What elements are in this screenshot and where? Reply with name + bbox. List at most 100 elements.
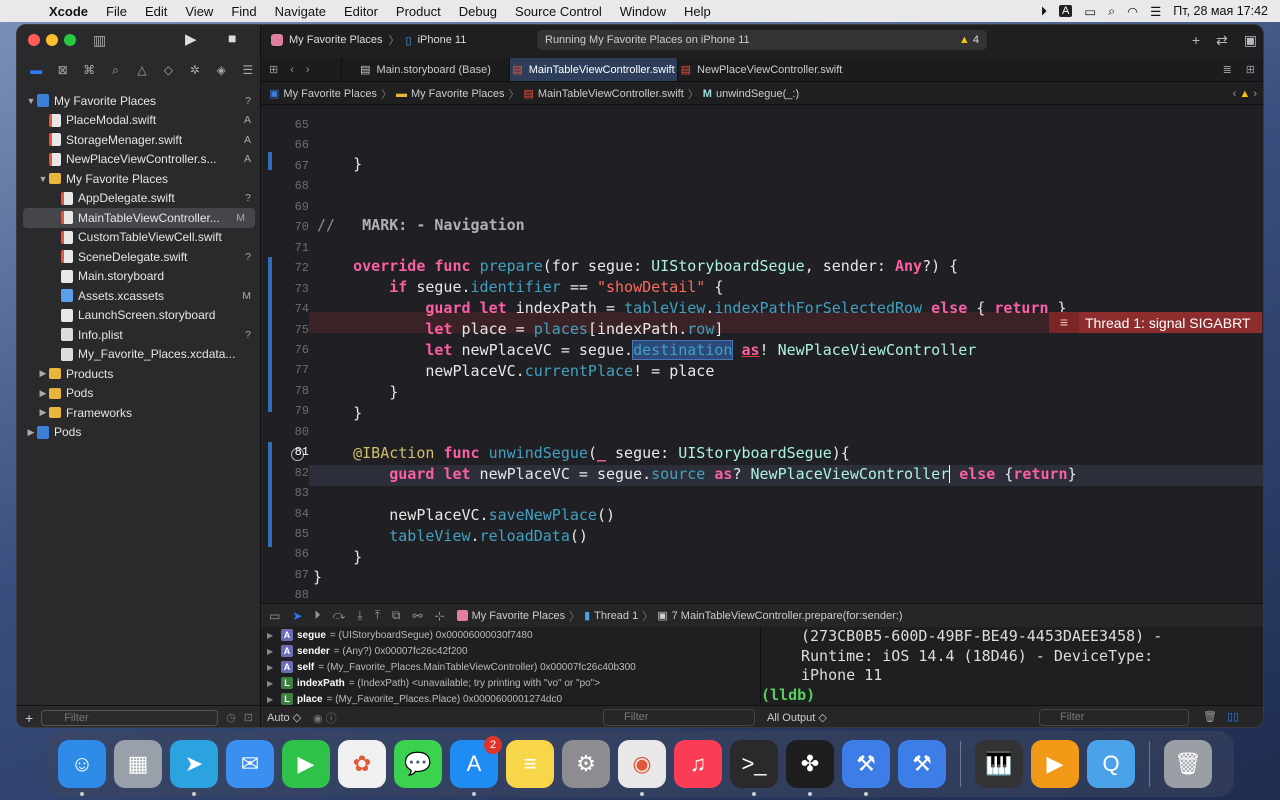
- trash-icon[interactable]: 🗑: [1164, 740, 1212, 788]
- jump-file[interactable]: MainTableViewController.swift: [538, 88, 684, 100]
- memory-graph-icon[interactable]: ⚯: [412, 609, 422, 623]
- line-number[interactable]: 70: [261, 220, 309, 234]
- facetime-icon[interactable]: ▶: [282, 740, 330, 788]
- variables-filter-input[interactable]: Filter: [603, 709, 755, 726]
- navigator-item[interactable]: LaunchScreen.storyboard: [17, 306, 261, 326]
- finder-icon[interactable]: ☺: [58, 740, 106, 796]
- disclosure-triangle-icon[interactable]: ▶: [37, 407, 49, 418]
- mail-icon[interactable]: ✉: [226, 740, 274, 788]
- report-icon[interactable]: ☰: [235, 63, 261, 77]
- menubar-datetime[interactable]: Пт, 28 мая 17:42: [1173, 4, 1268, 18]
- menu-navigate[interactable]: Navigate: [266, 4, 335, 19]
- jump-group[interactable]: My Favorite Places: [411, 88, 505, 100]
- grid-icon[interactable]: ⊞: [269, 63, 278, 76]
- breakpoints-toggle-icon[interactable]: ➤: [292, 609, 302, 623]
- breakpoint-icon[interactable]: ◈: [208, 63, 234, 77]
- navigator-item[interactable]: SceneDelegate.swift?: [17, 247, 261, 267]
- disclosure-triangle-icon[interactable]: ▶: [25, 427, 37, 438]
- menu-edit[interactable]: Edit: [136, 4, 176, 19]
- navigator-item[interactable]: ▶ Products: [17, 364, 261, 384]
- sidebar-toggle-icon[interactable]: ▥: [93, 32, 106, 49]
- zoom-window-button[interactable]: [64, 34, 76, 46]
- chrome-icon[interactable]: ◉: [618, 740, 666, 796]
- settings-icon[interactable]: ⚙: [562, 740, 610, 788]
- line-number[interactable]: 74: [261, 302, 309, 316]
- line-number[interactable]: 71: [261, 241, 309, 255]
- line-number[interactable]: 68: [261, 179, 309, 193]
- quicktime-icon[interactable]: Q: [1087, 740, 1135, 788]
- navigator-item[interactable]: ▶ Pods: [17, 384, 261, 404]
- symbol-icon[interactable]: ⌘: [76, 63, 102, 77]
- disclosure-triangle-icon[interactable]: ▶: [267, 631, 277, 640]
- variable-row[interactable]: ▶ Lplace = (My_Favorite_Places.Place) 0x00…: [261, 691, 760, 705]
- line-number[interactable]: 75: [261, 323, 309, 337]
- issue-nav-icon[interactable]: ‹ ▲ ›: [1233, 88, 1263, 100]
- line-number[interactable]: 86: [261, 547, 309, 561]
- line-number[interactable]: 66: [261, 138, 309, 152]
- add-editor-icon[interactable]: ⊞: [1246, 63, 1255, 76]
- editor-options-icon[interactable]: ≣: [1223, 63, 1232, 76]
- step-out-icon[interactable]: ⤒: [375, 608, 380, 623]
- menu-source-control[interactable]: Source Control: [506, 4, 611, 19]
- navigator-item[interactable]: ▼ My Favorite Places?: [17, 91, 261, 111]
- tab-main-storyboard[interactable]: ▤ Main.storyboard (Base): [341, 58, 509, 81]
- navigator-filter-input[interactable]: Filter: [41, 709, 219, 726]
- menu-debug[interactable]: Debug: [450, 4, 506, 19]
- menu-app-name[interactable]: Xcode: [40, 4, 97, 19]
- line-number[interactable]: 65: [261, 118, 309, 132]
- line-number[interactable]: 79: [261, 404, 309, 418]
- runtime-error-annotation[interactable]: ≡ Thread 1: signal SIGABRT: [1049, 312, 1262, 333]
- scheme-selector[interactable]: My Favorite Places: [289, 34, 383, 46]
- navigator-item[interactable]: CustomTableViewCell.swift: [17, 228, 261, 248]
- debug-path-frame[interactable]: 7 MainTableViewController.prepare(for:se…: [672, 610, 903, 622]
- line-number[interactable]: 78: [261, 384, 309, 398]
- navigator-item[interactable]: Info.plist?: [17, 325, 261, 345]
- jump-project[interactable]: My Favorite Places: [283, 88, 377, 100]
- wifi-icon[interactable]: ◠: [1127, 4, 1138, 19]
- stop-button[interactable]: ■: [228, 30, 236, 46]
- line-number[interactable]: 88: [261, 588, 309, 601]
- line-number[interactable]: 85: [261, 527, 309, 541]
- find-icon[interactable]: ⌕: [102, 63, 128, 78]
- code-review-icon[interactable]: ⇄: [1216, 32, 1228, 49]
- view-hierarchy-icon[interactable]: ⧉: [392, 608, 401, 623]
- source-editor[interactable]: 65 66 67 68 69 70 71 72 73 74 75 76 77 78 79 80 81 82 83 84…: [261, 107, 1263, 601]
- navigator-item[interactable]: MainTableViewController... M: [23, 208, 255, 228]
- line-number[interactable]: 67: [261, 159, 309, 173]
- run-button[interactable]: ▶: [185, 30, 197, 48]
- console-output-select[interactable]: All Output ◇: [767, 711, 827, 724]
- disclosure-triangle-icon[interactable]: ▶: [267, 695, 277, 704]
- warnings-indicator[interactable]: ▲ 4: [959, 34, 987, 46]
- test-icon[interactable]: ◇: [155, 63, 181, 77]
- line-number[interactable]: 76: [261, 343, 309, 357]
- variables-view[interactable]: ▶ Asegue = (UIStoryboardSegue) 0x000060000…: [261, 627, 761, 705]
- simulate-location-icon[interactable]: ⊹: [435, 609, 445, 623]
- navigator-item[interactable]: ▶ Pods: [17, 423, 261, 443]
- step-over-icon[interactable]: ⤼: [332, 608, 345, 623]
- variables-scope-select[interactable]: Auto ◇: [267, 711, 301, 724]
- menu-find[interactable]: Find: [222, 4, 265, 19]
- line-number[interactable]: 83: [261, 486, 309, 500]
- lldb-prompt[interactable]: (lldb): [761, 686, 1263, 706]
- navigator-item[interactable]: ▶ Frameworks: [17, 403, 261, 423]
- piano-icon[interactable]: 🎹: [975, 740, 1023, 788]
- console-output[interactable]: (273CB0B5-600D-49BF-BE49-4453DAEE3458) -…: [761, 627, 1263, 706]
- disclosure-triangle-icon[interactable]: ▶: [267, 679, 277, 688]
- jump-symbol[interactable]: unwindSegue(_:): [716, 88, 799, 100]
- line-number[interactable]: 77: [261, 363, 309, 377]
- photos-icon[interactable]: ✿: [338, 740, 386, 788]
- input-source-icon[interactable]: A: [1058, 5, 1073, 17]
- navigator-item[interactable]: ▼ My Favorite Places: [17, 169, 261, 189]
- navigator-item[interactable]: My_Favorite_Places.xcdata...: [17, 345, 261, 365]
- disclosure-triangle-icon[interactable]: ▶: [267, 647, 277, 656]
- line-number[interactable]: 80: [261, 425, 309, 439]
- menu-editor[interactable]: Editor: [335, 4, 387, 19]
- console-filter-input[interactable]: Filter: [1039, 709, 1189, 726]
- variable-row[interactable]: ▶ Asender = (Any?) 0x00007fc26c42f200: [261, 643, 760, 659]
- trash-icon[interactable]: 🗑: [1203, 710, 1217, 723]
- control-center-icon[interactable]: ☰: [1150, 4, 1161, 19]
- figma-icon[interactable]: ✤: [786, 740, 834, 796]
- variable-row[interactable]: ▶ LindexPath = (IndexPath) <unavailable; t…: [261, 675, 760, 691]
- menu-product[interactable]: Product: [387, 4, 450, 19]
- notes-icon[interactable]: ≡: [506, 740, 554, 788]
